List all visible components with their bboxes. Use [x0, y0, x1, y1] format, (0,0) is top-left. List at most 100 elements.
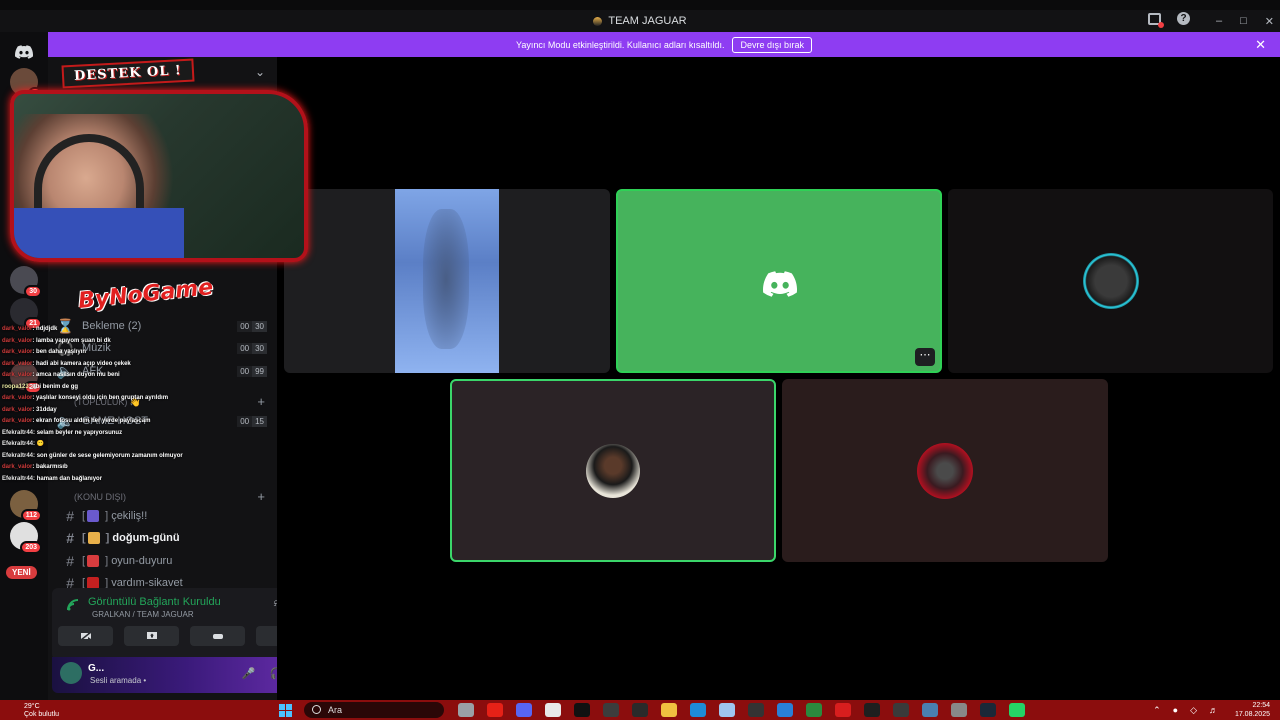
- avatar: [917, 442, 973, 499]
- store-icon[interactable]: [777, 703, 793, 717]
- channel-label: oyun-duyuru: [111, 555, 173, 567]
- app-icon[interactable]: [922, 703, 938, 717]
- add-channel-icon[interactable]: +: [257, 394, 265, 409]
- streamer-webcam-overlay: [10, 90, 308, 262]
- video-tile[interactable]: ⋯: [616, 189, 942, 373]
- chrome-icon[interactable]: [545, 703, 561, 717]
- chat-line: dark_valor: ekran fotosu aldım her yerde…: [2, 418, 151, 424]
- video-tile[interactable]: [284, 189, 610, 373]
- maximize-icon[interactable]: □: [1240, 15, 1247, 27]
- steam-icon[interactable]: [980, 703, 996, 717]
- cake-icon: [87, 532, 100, 544]
- settings-icon[interactable]: [951, 703, 967, 717]
- screen-share-icon: [146, 632, 157, 639]
- camera-off-button[interactable]: [58, 626, 113, 646]
- app-icon[interactable]: [893, 703, 909, 717]
- app-icon[interactable]: [603, 703, 619, 717]
- chat-line: Efekraltr44: son günler de sese gelemiyo…: [2, 452, 183, 459]
- user-limit: 00 15: [237, 415, 267, 427]
- discord-logo-icon: [763, 271, 797, 297]
- app-icon[interactable]: [632, 703, 648, 717]
- chat-line: dark_valor: 31dday: [2, 406, 57, 413]
- server-badge: 203: [20, 541, 42, 554]
- server-badge: 112: [20, 509, 42, 522]
- opera-icon[interactable]: [835, 703, 851, 717]
- app-icon[interactable]: [864, 703, 880, 717]
- channel-label: çekiliş!!: [111, 510, 148, 522]
- server-icon[interactable]: 21: [10, 298, 42, 330]
- video-tile[interactable]: [948, 189, 1273, 373]
- notepad-icon[interactable]: [719, 703, 735, 717]
- new-badge: YENİ: [6, 566, 37, 579]
- minimize-icon[interactable]: –: [1216, 15, 1222, 27]
- text-channel-cekilis[interactable]: # [] çekiliş!!: [48, 506, 277, 526]
- signal-icon[interactable]: [66, 598, 80, 612]
- windows-start-icon[interactable]: [279, 704, 292, 717]
- os-taskbar: 29°C Çok bulutlu Ara ⌃ ● ◇ ♬ 22:54 17.08…: [0, 700, 1280, 720]
- discord-home-icon[interactable]: [10, 38, 38, 66]
- network-icon[interactable]: ◇: [1190, 705, 1197, 716]
- server-icon[interactable]: 112: [10, 490, 42, 522]
- taskbar-search[interactable]: Ara: [304, 702, 444, 718]
- camera-feed: [395, 189, 499, 373]
- disable-streamer-mode-button[interactable]: Devre dışı bırak: [732, 36, 812, 53]
- avatar: [1082, 253, 1139, 309]
- text-channel-oyun-duyuru[interactable]: # [] oyun-duyuru: [48, 551, 277, 571]
- chat-line: roopa123: abi benim de gg: [2, 383, 79, 390]
- streamer-shirt: [14, 208, 184, 258]
- screen-share-button[interactable]: [124, 626, 179, 646]
- hash-icon: #: [66, 530, 74, 546]
- activity-button[interactable]: [190, 626, 245, 646]
- avatar[interactable]: [60, 662, 82, 684]
- gamepad-icon: [212, 634, 223, 639]
- banner-text: Yayıncı Modu etkinleştirildi. Kullanıcı …: [516, 39, 725, 50]
- chevron-up-icon[interactable]: ⌃: [1153, 705, 1161, 716]
- hash-icon: #: [66, 508, 74, 524]
- add-channel-icon[interactable]: +: [257, 489, 265, 504]
- close-window-icon[interactable]: ✕: [1265, 15, 1274, 28]
- text-channel-dogum-gunu[interactable]: # [] doğum-günü: [48, 528, 277, 548]
- search-icon: [312, 705, 321, 714]
- chevron-down-icon[interactable]: ⌄: [255, 65, 265, 79]
- voice-channel-path[interactable]: GRALKAN / TEAM JAGUAR: [92, 610, 194, 619]
- app-icon[interactable]: [806, 703, 822, 717]
- video-tile[interactable]: [450, 379, 776, 562]
- task-view-icon[interactable]: [458, 703, 474, 717]
- avatar: [586, 443, 640, 498]
- edge-icon[interactable]: [690, 703, 706, 717]
- user-status: Sesli aramada •: [90, 676, 147, 685]
- server-icon[interactable]: 30: [10, 266, 42, 298]
- weather-widget[interactable]: 29°C Çok bulutlu: [24, 703, 59, 719]
- youtube-icon[interactable]: [487, 703, 503, 717]
- voice-status: Görüntülü Bağlantı Kuruldu: [88, 596, 221, 608]
- app-icon[interactable]: [748, 703, 764, 717]
- help-icon[interactable]: ?: [1177, 12, 1190, 25]
- file-explorer-icon[interactable]: [661, 703, 677, 717]
- video-stage: ⋯: [277, 57, 1280, 700]
- mic-tray-icon[interactable]: ●: [1173, 705, 1178, 716]
- username[interactable]: G...: [88, 663, 104, 674]
- volume-icon[interactable]: ♬: [1209, 705, 1218, 716]
- inbox-icon[interactable]: [1148, 12, 1164, 28]
- chat-line: dark_valor: amca nasılsın duyon mu beni: [2, 372, 120, 378]
- video-tile[interactable]: [782, 379, 1108, 562]
- streamer-mode-banner: Yayıncı Modu etkinleştirildi. Kullanıcı …: [48, 32, 1280, 57]
- discord-app-icon[interactable]: [516, 703, 532, 717]
- server-logo-icon: [593, 16, 603, 26]
- more-options-button[interactable]: ⋯: [915, 348, 935, 366]
- chat-line: dark_valor: ben daha yaşlıyın: [2, 349, 87, 355]
- chat-line: Efekraltr44: 😶: [2, 441, 45, 447]
- clock[interactable]: 22:54 17.08.2025: [1235, 701, 1270, 719]
- microphone-icon[interactable]: 🎤: [242, 667, 256, 681]
- capcut-icon[interactable]: [574, 703, 590, 717]
- chat-line: dark_valor: ndjdjdk: [2, 326, 58, 332]
- chat-line: dark_valor: lamba yapıyom şuan bi dk: [2, 337, 111, 344]
- category-konu-disi[interactable]: (KONU DIŞI): [74, 492, 126, 502]
- banner-close-icon[interactable]: ✕: [1255, 37, 1266, 53]
- channel-label: doğum-günü: [112, 532, 180, 544]
- whatsapp-icon[interactable]: [1009, 703, 1025, 717]
- user-limit: 00 99: [237, 365, 267, 377]
- stream-chat-overlay: dark_valor: ndjdjdk dark_valor: lamba ya…: [2, 324, 222, 485]
- window-titlebar: TEAM JAGUAR ? – □ ✕: [0, 10, 1280, 32]
- server-icon[interactable]: 203: [10, 522, 42, 554]
